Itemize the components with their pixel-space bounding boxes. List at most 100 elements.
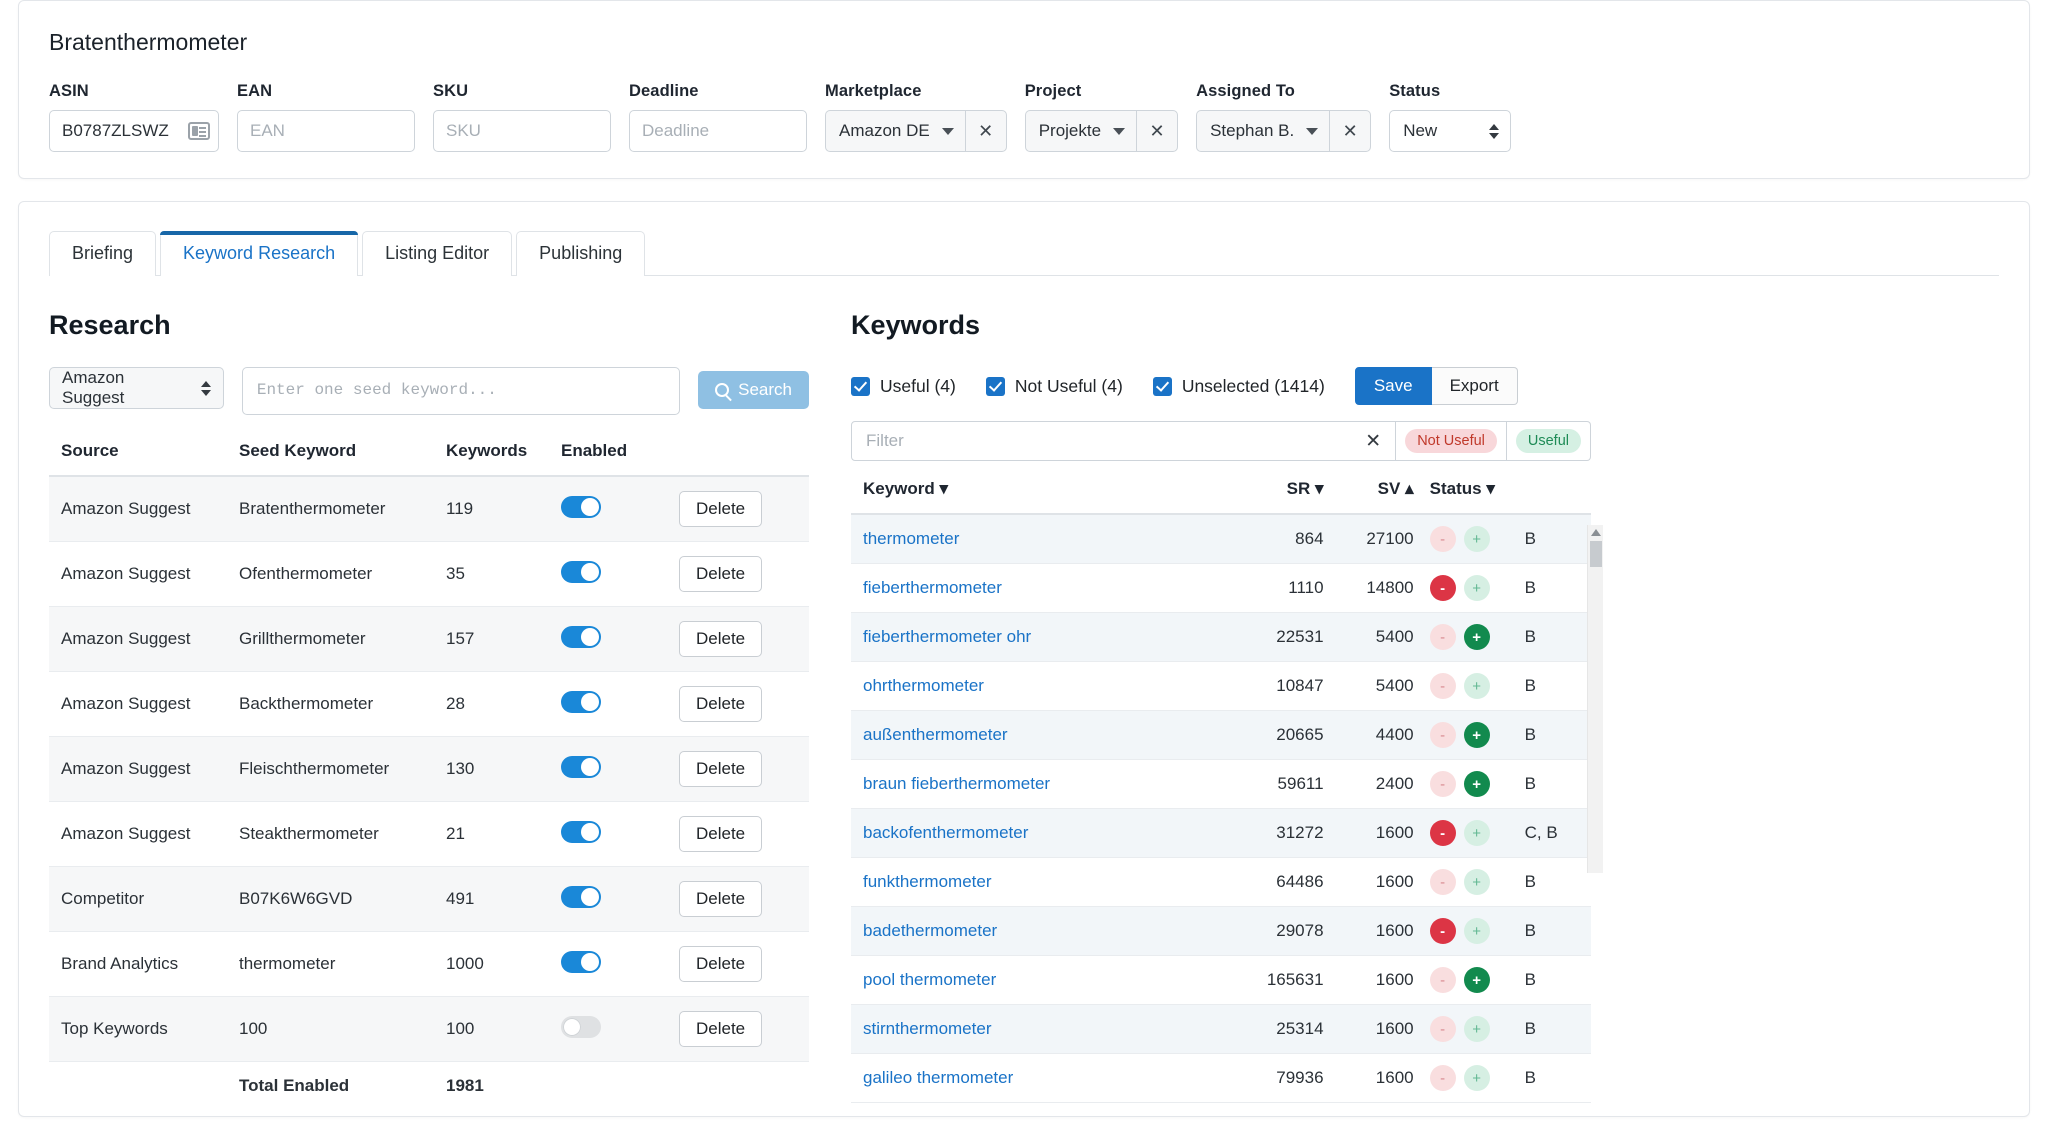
marketplace-select[interactable]: Amazon DE bbox=[825, 110, 965, 152]
save-button[interactable]: Save bbox=[1354, 367, 1432, 405]
keywords-scrollbar[interactable] bbox=[1587, 525, 1603, 873]
delete-button[interactable]: Delete bbox=[679, 946, 763, 982]
tab-keyword-research[interactable]: Keyword Research bbox=[160, 231, 359, 276]
marketplace-clear-button[interactable]: ✕ bbox=[964, 110, 1007, 152]
delete-button[interactable]: Delete bbox=[679, 621, 763, 657]
checkbox-icon bbox=[1152, 376, 1172, 396]
cell-keyword[interactable]: backofenthermometer bbox=[851, 808, 1233, 858]
deadline-input[interactable]: Deadline bbox=[629, 110, 807, 152]
useful-button[interactable]: + bbox=[1463, 673, 1490, 699]
not-useful-button[interactable]: - bbox=[1429, 526, 1456, 552]
scroll-up-arrow-icon[interactable] bbox=[1590, 529, 1601, 536]
cell-keyword[interactable]: ohrthermometer bbox=[851, 661, 1233, 711]
bulk-not-useful-cell[interactable]: Not Useful bbox=[1396, 421, 1507, 461]
cell-keywords: 491 bbox=[434, 866, 549, 932]
useful-button[interactable]: + bbox=[1463, 624, 1490, 650]
not-useful-button[interactable]: - bbox=[1429, 624, 1456, 650]
col-status[interactable]: Status ▾ bbox=[1413, 479, 1591, 515]
marketplace-value: Amazon DE bbox=[839, 121, 930, 140]
checkbox-not-useful[interactable]: Not Useful (4) bbox=[985, 376, 1123, 397]
assigned-to-select[interactable]: Stephan B. bbox=[1196, 110, 1330, 152]
cell-enabled bbox=[549, 476, 667, 542]
project-select[interactable]: Projekte bbox=[1024, 110, 1137, 152]
status-select[interactable]: New bbox=[1389, 110, 1512, 152]
useful-button[interactable]: + bbox=[1463, 1016, 1490, 1042]
cell-keyword[interactable]: fieberthermometer ohr bbox=[851, 612, 1233, 662]
research-table-header: Source Seed Keyword Keywords Enabled bbox=[49, 441, 809, 477]
col-keyword[interactable]: Keyword ▾ bbox=[851, 479, 1233, 515]
table-row: Competitor B07K6W6GVD 491 Delete bbox=[49, 866, 809, 932]
col-sr[interactable]: SR ▾ bbox=[1232, 479, 1324, 515]
not-useful-button[interactable]: - bbox=[1429, 722, 1456, 748]
checkbox-useful[interactable]: Useful (4) bbox=[851, 376, 956, 397]
cell-keywords: 21 bbox=[434, 801, 549, 867]
useful-button[interactable]: + bbox=[1463, 869, 1490, 895]
not-useful-button[interactable]: - bbox=[1429, 967, 1456, 993]
enabled-toggle[interactable] bbox=[561, 1015, 601, 1038]
seed-keyword-input[interactable]: Enter one seed keyword... bbox=[241, 367, 681, 415]
useful-button[interactable]: + bbox=[1463, 722, 1490, 748]
assigned-to-clear-button[interactable]: ✕ bbox=[1329, 110, 1372, 152]
source-select[interactable]: Amazon Suggest bbox=[49, 367, 224, 409]
not-useful-button[interactable]: - bbox=[1429, 918, 1456, 944]
checkbox-unselected[interactable]: Unselected (1414) bbox=[1152, 376, 1325, 397]
useful-button[interactable]: + bbox=[1463, 771, 1490, 797]
ean-input[interactable]: EAN bbox=[237, 110, 415, 152]
cell-source: Amazon Suggest bbox=[49, 801, 227, 867]
delete-button[interactable]: Delete bbox=[679, 751, 763, 787]
enabled-toggle[interactable] bbox=[561, 755, 601, 778]
not-useful-button[interactable]: - bbox=[1429, 1016, 1456, 1042]
delete-button[interactable]: Delete bbox=[679, 881, 763, 917]
bulk-useful-cell[interactable]: Useful bbox=[1506, 421, 1591, 461]
project-clear-button[interactable]: ✕ bbox=[1136, 110, 1179, 152]
not-useful-button[interactable]: - bbox=[1429, 673, 1456, 699]
enabled-toggle[interactable] bbox=[561, 950, 601, 973]
enabled-toggle[interactable] bbox=[561, 885, 601, 908]
useful-button[interactable]: + bbox=[1463, 918, 1490, 944]
useful-button[interactable]: + bbox=[1463, 526, 1490, 552]
id-card-icon[interactable] bbox=[188, 122, 210, 140]
cell-keyword[interactable]: stirnthermometer bbox=[851, 1004, 1233, 1054]
cell-keyword[interactable]: galileo thermometer bbox=[851, 1053, 1233, 1103]
useful-button[interactable]: + bbox=[1463, 1065, 1490, 1091]
not-useful-button[interactable]: - bbox=[1429, 575, 1456, 601]
clear-filter-icon[interactable]: ✕ bbox=[1365, 430, 1381, 453]
not-useful-button[interactable]: - bbox=[1429, 1065, 1456, 1091]
not-useful-button[interactable]: - bbox=[1429, 771, 1456, 797]
useful-button[interactable]: + bbox=[1463, 967, 1490, 993]
enabled-toggle[interactable] bbox=[561, 495, 601, 518]
col-sv[interactable]: SV ▴ bbox=[1323, 479, 1414, 515]
project-label: Project bbox=[1024, 82, 1082, 100]
delete-button[interactable]: Delete bbox=[679, 816, 763, 852]
cell-keyword[interactable]: badethermometer bbox=[851, 906, 1233, 956]
delete-button[interactable]: Delete bbox=[679, 491, 763, 527]
enabled-toggle[interactable] bbox=[561, 690, 601, 713]
enabled-toggle[interactable] bbox=[561, 625, 601, 648]
useful-button[interactable]: + bbox=[1463, 575, 1490, 601]
delete-button[interactable]: Delete bbox=[679, 1011, 763, 1047]
delete-button[interactable]: Delete bbox=[679, 556, 763, 592]
tab-listing-editor[interactable]: Listing Editor bbox=[362, 231, 513, 276]
tab-briefing[interactable]: Briefing bbox=[49, 231, 157, 276]
search-icon bbox=[715, 383, 730, 397]
filter-input[interactable]: Filter ✕ bbox=[851, 421, 1397, 461]
useful-button[interactable]: + bbox=[1463, 820, 1490, 846]
cell-keyword[interactable]: pool thermometer bbox=[851, 955, 1233, 1005]
not-useful-button[interactable]: - bbox=[1429, 820, 1456, 846]
enabled-toggle[interactable] bbox=[561, 820, 601, 843]
cell-keyword[interactable]: fieberthermometer bbox=[851, 563, 1233, 613]
cell-keyword[interactable]: funkthermometer bbox=[851, 857, 1233, 907]
not-useful-button[interactable]: - bbox=[1429, 869, 1456, 895]
sku-input[interactable]: SKU bbox=[433, 110, 611, 152]
search-button[interactable]: Search bbox=[698, 371, 809, 409]
cell-seed: Backthermometer bbox=[227, 671, 434, 737]
export-button[interactable]: Export bbox=[1431, 367, 1518, 405]
cell-keyword[interactable]: braun fieberthermometer bbox=[851, 759, 1233, 809]
cell-keyword[interactable]: thermometer bbox=[851, 514, 1233, 564]
field-project: Project Projekte ✕ bbox=[1024, 82, 1179, 152]
cell-keyword[interactable]: außenthermometer bbox=[851, 710, 1233, 760]
scrollbar-thumb[interactable] bbox=[1589, 541, 1602, 567]
tab-publishing[interactable]: Publishing bbox=[516, 231, 646, 276]
delete-button[interactable]: Delete bbox=[679, 686, 763, 722]
enabled-toggle[interactable] bbox=[561, 560, 601, 583]
